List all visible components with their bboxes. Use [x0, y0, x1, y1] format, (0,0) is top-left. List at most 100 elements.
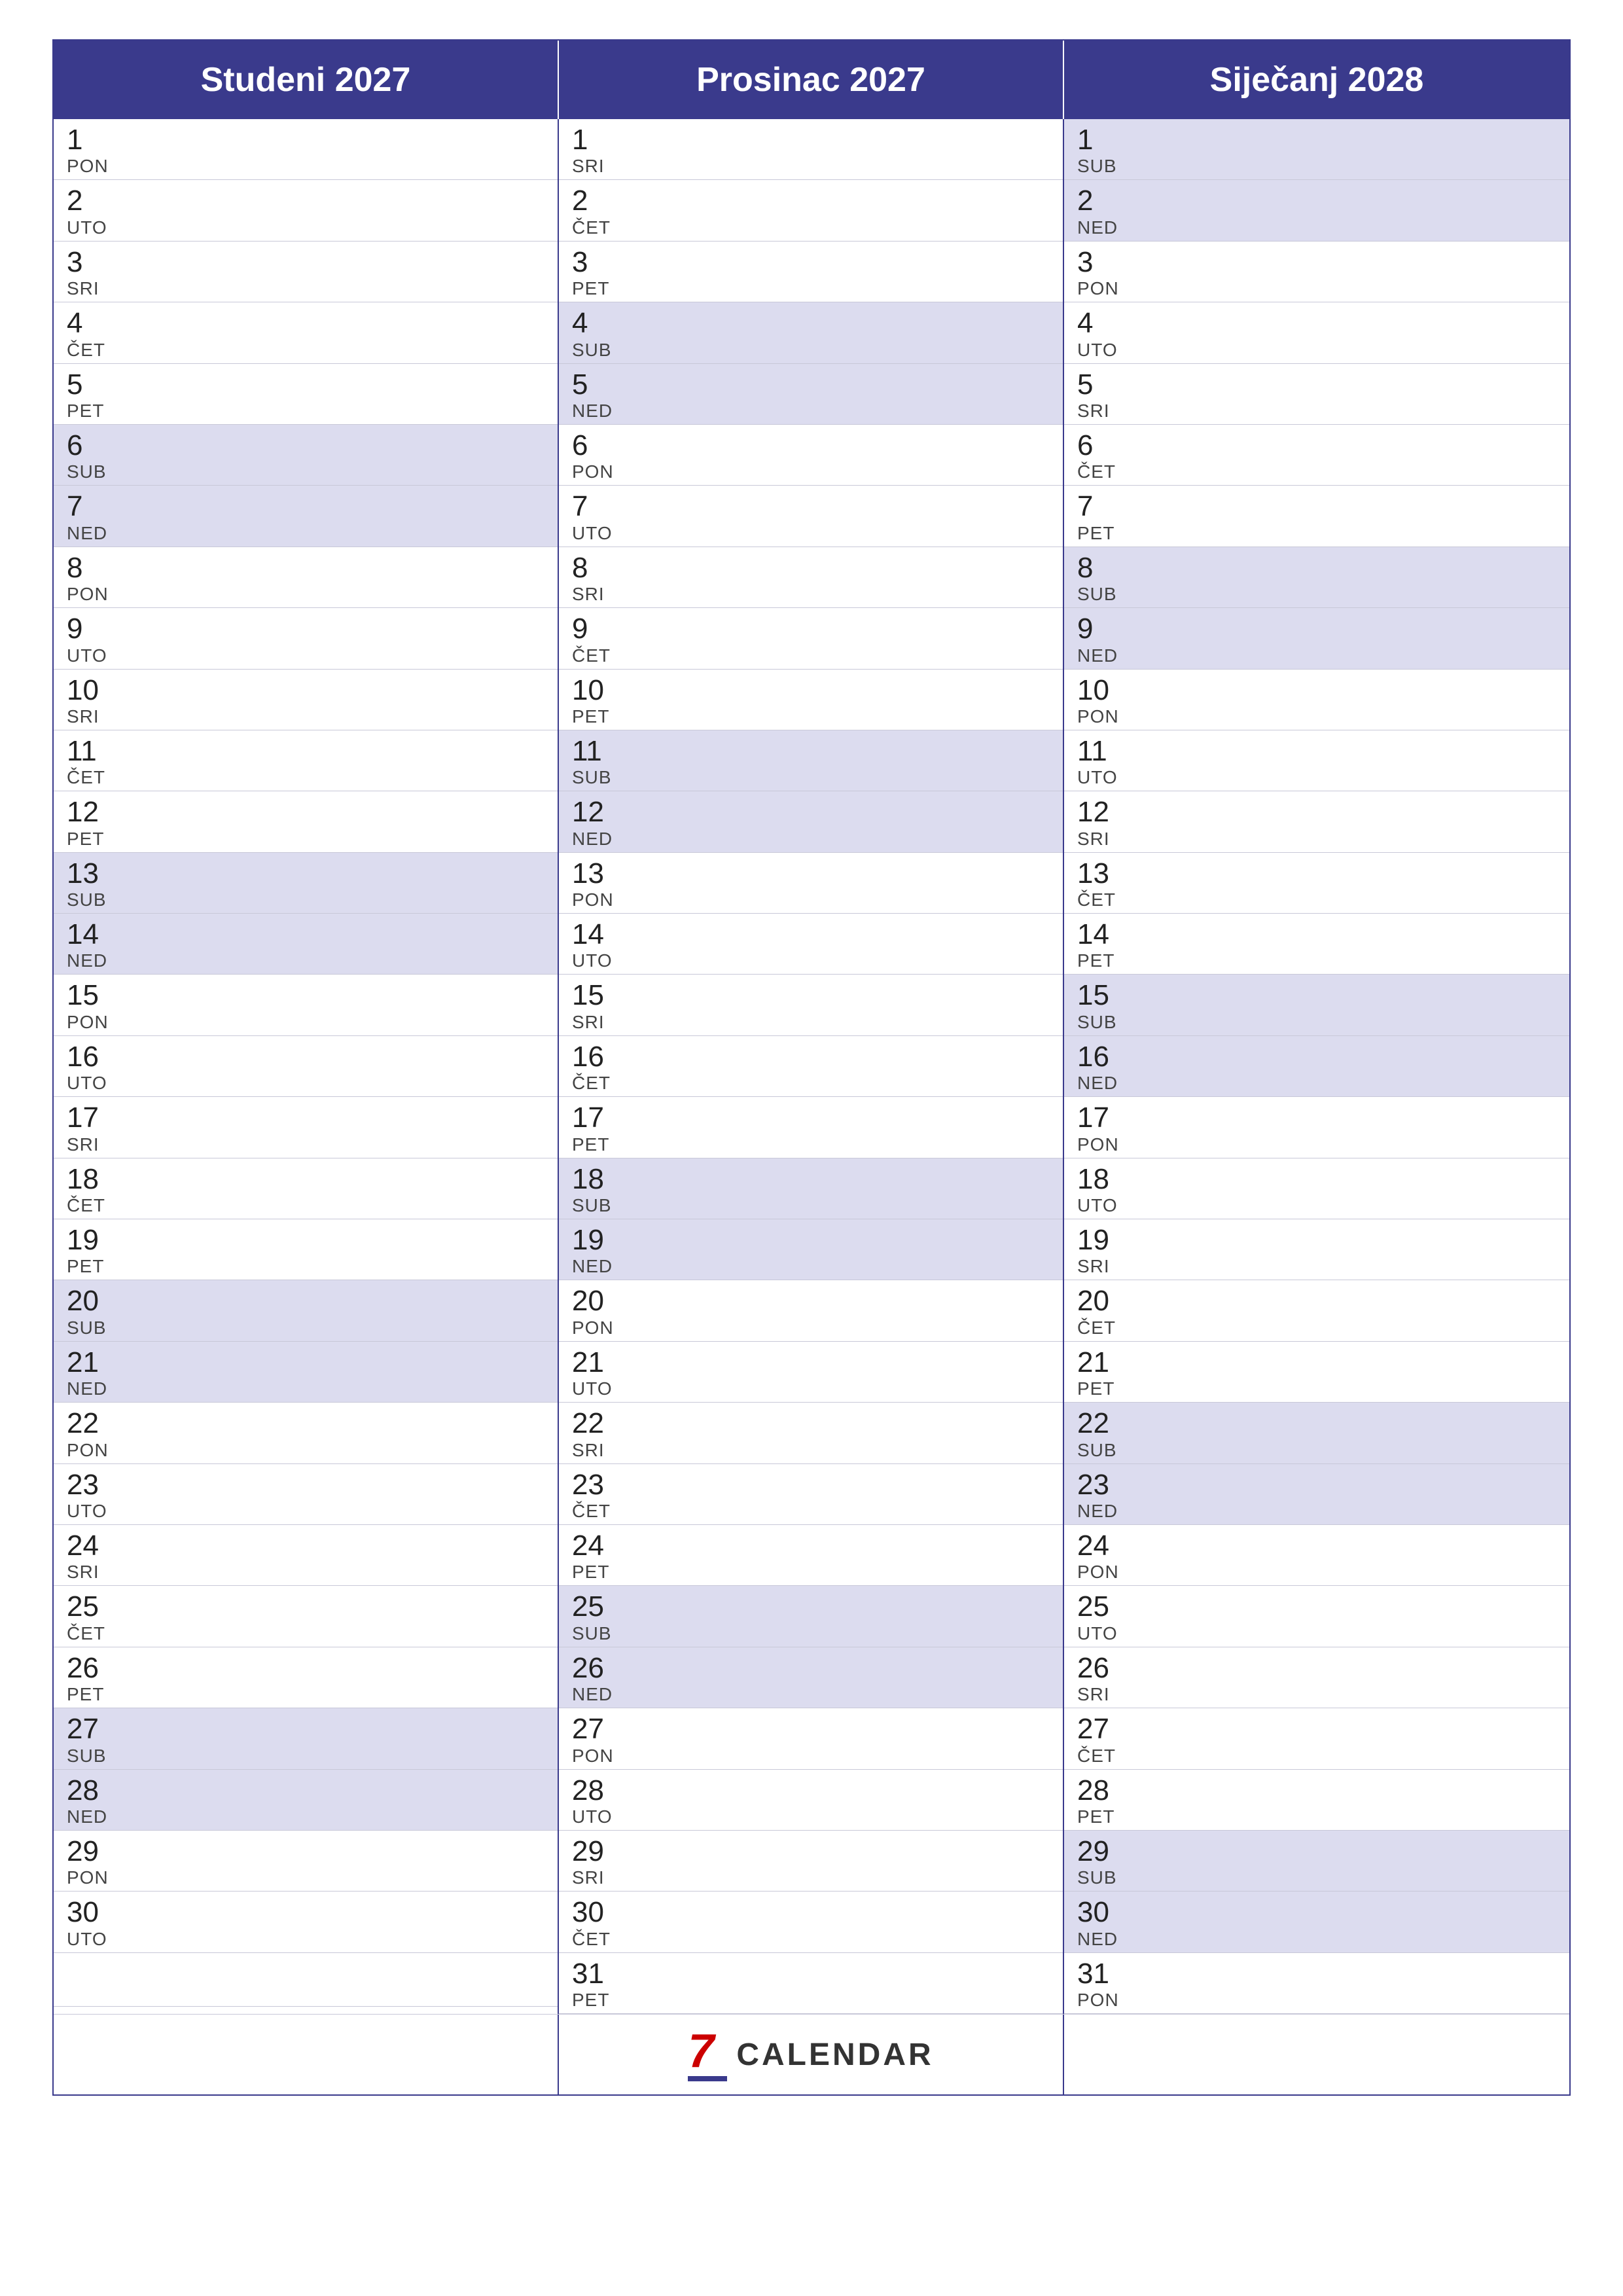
day-name: ČET	[1077, 1746, 1556, 1767]
day-name: PET	[572, 1990, 1050, 2011]
day-number: 27	[67, 1713, 544, 1745]
day-number: 8	[1077, 552, 1556, 584]
day-name: PON	[67, 1867, 544, 1888]
day-number: 2	[1077, 185, 1556, 217]
day-number: 5	[67, 369, 544, 401]
day-row: 9ČET	[559, 608, 1063, 669]
month-column-0: 1PON2UTO3SRI4ČET5PET6SUB7NED8PON9UTO10SR…	[54, 119, 559, 2014]
day-name: ČET	[67, 340, 544, 361]
day-row: 22SUB	[1064, 1403, 1569, 1463]
day-row: 7PET	[1064, 486, 1569, 547]
month-header-2: Siječanj 2028	[1064, 41, 1569, 119]
day-number: 24	[1077, 1530, 1556, 1562]
day-row: 19PET	[54, 1219, 558, 1280]
day-row: 23NED	[1064, 1464, 1569, 1525]
day-row: 27ČET	[1064, 1708, 1569, 1769]
day-name: NED	[67, 950, 544, 971]
day-row: 27SUB	[54, 1708, 558, 1769]
day-number: 1	[1077, 124, 1556, 156]
day-number: 28	[572, 1775, 1050, 1806]
day-name: PON	[1077, 278, 1556, 299]
day-name: SUB	[67, 1318, 544, 1338]
day-name: ČET	[67, 1195, 544, 1216]
day-number: 24	[67, 1530, 544, 1562]
day-row: 22PON	[54, 1403, 558, 1463]
day-row: 23ČET	[559, 1464, 1063, 1525]
day-name: UTO	[1077, 1623, 1556, 1644]
day-number: 7	[67, 491, 544, 522]
day-row: 28PET	[1064, 1770, 1569, 1831]
day-number: 13	[67, 858, 544, 889]
day-row: 9UTO	[54, 608, 558, 669]
month-column-2: 1SUB2NED3PON4UTO5SRI6ČET7PET8SUB9NED10PO…	[1064, 119, 1569, 2014]
day-number: 18	[572, 1164, 1050, 1195]
day-number: 26	[1077, 1653, 1556, 1684]
day-number: 27	[572, 1713, 1050, 1745]
day-row: 2NED	[1064, 180, 1569, 241]
day-name: PON	[1077, 1562, 1556, 1583]
day-row: 28NED	[54, 1770, 558, 1831]
day-number: 2	[67, 185, 544, 217]
day-row: 11ČET	[54, 730, 558, 791]
day-number: 31	[1077, 1958, 1556, 1990]
day-row: 24SRI	[54, 1525, 558, 1586]
day-number: 12	[67, 797, 544, 828]
day-number: 17	[67, 1102, 544, 1134]
day-number: 20	[1077, 1285, 1556, 1317]
day-row: 21PET	[1064, 1342, 1569, 1403]
day-name: ČET	[1077, 1318, 1556, 1338]
day-name: UTO	[572, 1378, 1050, 1399]
day-row: 16UTO	[54, 1036, 558, 1097]
day-name: SRI	[572, 156, 1050, 177]
day-name: SRI	[572, 1440, 1050, 1461]
day-number: 13	[572, 858, 1050, 889]
day-name: NED	[1077, 1073, 1556, 1094]
day-name: PET	[67, 829, 544, 850]
day-number: 14	[67, 919, 544, 950]
day-number: 12	[572, 797, 1050, 828]
day-row: 1SUB	[1064, 119, 1569, 180]
day-name: NED	[67, 1806, 544, 1827]
day-name: PET	[572, 1134, 1050, 1155]
day-row: 19NED	[559, 1219, 1063, 1280]
month-header-0: Studeni 2027	[54, 41, 559, 119]
day-row: 12NED	[559, 791, 1063, 852]
day-number: 18	[1077, 1164, 1556, 1195]
day-row: 26NED	[559, 1647, 1063, 1708]
day-number: 17	[572, 1102, 1050, 1134]
day-row: 5PET	[54, 364, 558, 425]
day-number: 27	[1077, 1713, 1556, 1745]
month-header-1: Prosinac 2027	[559, 41, 1064, 119]
day-row: 17PON	[1064, 1097, 1569, 1158]
calendar-body: 1PON2UTO3SRI4ČET5PET6SUB7NED8PON9UTO10SR…	[54, 119, 1569, 2014]
day-number: 22	[572, 1408, 1050, 1439]
day-name: SRI	[1077, 829, 1556, 850]
day-name: SRI	[67, 278, 544, 299]
day-row: 29SRI	[559, 1831, 1063, 1892]
day-number: 14	[572, 919, 1050, 950]
day-number: 22	[1077, 1408, 1556, 1439]
day-name: SRI	[572, 584, 1050, 605]
day-name: SRI	[1077, 1684, 1556, 1705]
day-row: 28UTO	[559, 1770, 1063, 1831]
day-name: ČET	[572, 217, 1050, 238]
footer-row: 7 CALENDAR	[54, 2014, 1569, 2094]
day-row: 17SRI	[54, 1097, 558, 1158]
day-number: 7	[572, 491, 1050, 522]
day-row: 17PET	[559, 1097, 1063, 1158]
day-number: 6	[1077, 430, 1556, 461]
day-row: 30UTO	[54, 1892, 558, 1952]
day-number: 23	[572, 1469, 1050, 1501]
day-row: 1SRI	[559, 119, 1063, 180]
day-number: 30	[1077, 1897, 1556, 1928]
day-number: 4	[67, 308, 544, 339]
day-number: 3	[572, 247, 1050, 278]
day-row: 12PET	[54, 791, 558, 852]
day-name: PON	[572, 889, 1050, 910]
day-row: 31PON	[1064, 1953, 1569, 2014]
day-number: 29	[67, 1836, 544, 1867]
day-number: 29	[572, 1836, 1050, 1867]
day-name: SUB	[572, 1623, 1050, 1644]
day-number: 29	[1077, 1836, 1556, 1867]
day-number: 25	[1077, 1591, 1556, 1623]
